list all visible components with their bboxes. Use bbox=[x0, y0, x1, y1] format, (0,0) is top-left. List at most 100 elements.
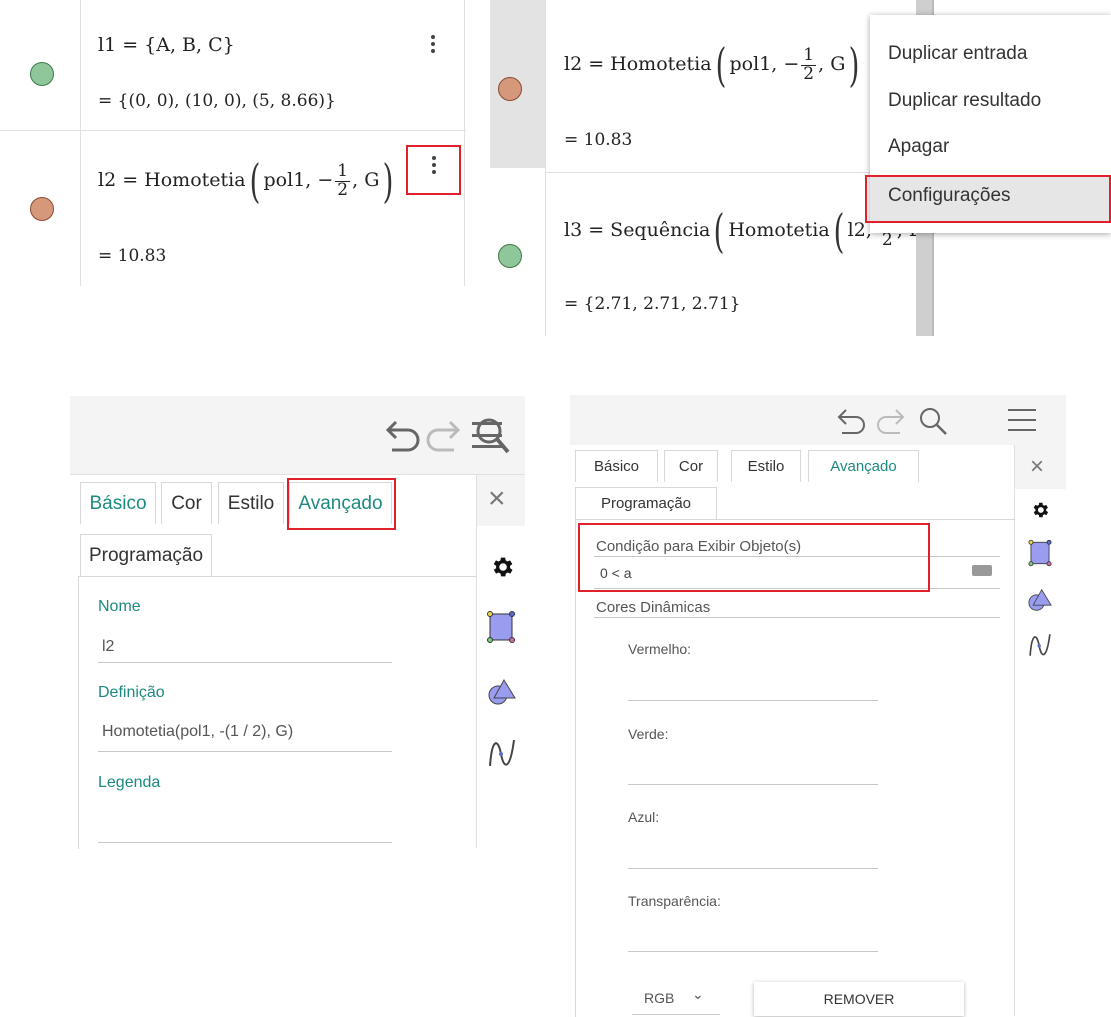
menu-icon[interactable] bbox=[472, 422, 502, 448]
polygon-style-icon[interactable] bbox=[1026, 539, 1054, 567]
tab-avancado[interactable]: Avançado bbox=[808, 450, 919, 482]
shapes-icon[interactable] bbox=[1028, 588, 1052, 612]
properties-panel-2: Básico Cor Estilo Avançado Programação ×… bbox=[570, 395, 1066, 1017]
visibility-toggle-l1[interactable] bbox=[30, 62, 54, 86]
panel-divider bbox=[464, 0, 465, 286]
content-box bbox=[78, 576, 477, 849]
algebra-output-l3: = {2.71, 2.71, 2.71} bbox=[564, 294, 741, 314]
chevron-down-icon: ⌄ bbox=[692, 986, 704, 1002]
tab-cor[interactable]: Cor bbox=[161, 482, 212, 524]
remove-button[interactable]: REMOVER bbox=[754, 982, 964, 1016]
algebra-output-l1: = {(0, 0), (10, 0), (5, 8.66)} bbox=[98, 91, 336, 111]
tab-estilo[interactable]: Estilo bbox=[218, 482, 284, 524]
shapes-icon[interactable] bbox=[488, 678, 516, 706]
close-icon[interactable]: × bbox=[488, 484, 506, 514]
highlight-box bbox=[578, 523, 930, 592]
menu-bar bbox=[472, 422, 502, 425]
red-field-input[interactable] bbox=[628, 700, 878, 701]
tab-programacao[interactable]: Programação bbox=[575, 487, 717, 519]
algebra-view-panel-1: l1 = {A, B, C} = {(0, 0), (10, 0), (5, 8… bbox=[0, 0, 466, 286]
arg: pol1, bbox=[263, 169, 312, 191]
properties-panel-1: Básico Cor Estilo Avançado Programação ×… bbox=[70, 396, 525, 849]
function-name: Sequência bbox=[610, 219, 711, 241]
undo-icon[interactable] bbox=[834, 407, 870, 437]
fraction: 12 bbox=[801, 44, 817, 84]
algebra-input-l1[interactable]: l1 = {A, B, C} bbox=[98, 34, 235, 56]
object-name: l3 bbox=[564, 219, 583, 241]
arg: pol1, bbox=[729, 53, 778, 75]
algebra-output-l2: = 10.83 bbox=[564, 130, 633, 150]
polygon-style-icon[interactable] bbox=[486, 610, 516, 644]
gear-icon[interactable] bbox=[489, 554, 515, 580]
denominator: 2 bbox=[337, 179, 349, 200]
definition: {A, B, C} bbox=[144, 34, 235, 56]
tab-basico[interactable]: Básico bbox=[80, 482, 156, 524]
tab-basico[interactable]: Básico bbox=[575, 450, 658, 482]
denominator: 2 bbox=[803, 63, 815, 84]
blue-field-input[interactable] bbox=[628, 868, 878, 869]
tab-estilo[interactable]: Estilo bbox=[731, 450, 801, 482]
algebra-input-l3[interactable]: l3 = Sequência(Homotetia(l2, 12, Elem bbox=[564, 208, 916, 254]
transparency-field-label: Transparência: bbox=[628, 893, 721, 909]
left-paren: ( bbox=[713, 208, 725, 254]
menu-bar bbox=[1008, 409, 1036, 411]
color-model-value: RGB bbox=[644, 990, 675, 1006]
menu-item-duplicar-resultado[interactable]: Duplicar resultado bbox=[888, 90, 1041, 112]
right-paren: ) bbox=[382, 154, 394, 208]
definicao-label: Definição bbox=[98, 684, 165, 701]
close-icon[interactable]: × bbox=[1030, 453, 1044, 481]
tab-cor[interactable]: Cor bbox=[664, 450, 718, 482]
undo-icon[interactable] bbox=[382, 418, 422, 454]
redo-icon[interactable] bbox=[424, 418, 464, 454]
row-separator bbox=[545, 172, 925, 173]
minus-sign: − bbox=[783, 53, 800, 75]
menu-item-apagar[interactable]: Apagar bbox=[888, 136, 949, 158]
denominator: 2 bbox=[881, 229, 893, 250]
inner-function-name: Homotetia bbox=[728, 219, 830, 241]
input-underline bbox=[98, 751, 392, 752]
highlight-box bbox=[406, 145, 461, 195]
visibility-toggle-l3[interactable] bbox=[498, 244, 522, 268]
numerator: 1 bbox=[801, 44, 817, 66]
right-paren: ) bbox=[848, 38, 860, 92]
color-model-select[interactable]: RGB ⌄ bbox=[632, 984, 720, 1015]
keyboard-icon[interactable] bbox=[972, 565, 992, 576]
algebra-input-l2[interactable]: l2 = Homotetia(pol1, −1 2, G) bbox=[564, 42, 863, 88]
arg: , G bbox=[818, 53, 846, 75]
row-separator bbox=[0, 130, 466, 131]
menu-icon[interactable] bbox=[1008, 409, 1036, 431]
nome-input[interactable]: l2 bbox=[102, 638, 114, 656]
function-name: Homotetia bbox=[144, 169, 246, 191]
green-field-input[interactable] bbox=[628, 784, 878, 785]
dynamic-colors-label: Cores Dinâmicas bbox=[596, 599, 711, 616]
panel-divider bbox=[545, 0, 546, 336]
left-paren: ( bbox=[715, 38, 726, 92]
visibility-toggle-l2[interactable] bbox=[498, 77, 522, 101]
input-underline bbox=[98, 842, 392, 843]
search-icon[interactable] bbox=[917, 405, 949, 437]
arg: , G bbox=[352, 169, 380, 191]
visibility-toggle-l2[interactable] bbox=[30, 197, 54, 221]
green-field-label: Verde: bbox=[628, 726, 669, 742]
menu-bar bbox=[1008, 419, 1036, 421]
more-options-icon[interactable] bbox=[430, 35, 436, 53]
algebra-output-l2: = 10.83 bbox=[98, 246, 167, 266]
menu-bar bbox=[472, 433, 502, 437]
label-underline bbox=[594, 617, 1000, 618]
tab-programacao[interactable]: Programação bbox=[80, 534, 212, 576]
function-graph-icon[interactable] bbox=[1028, 631, 1052, 659]
transparency-field-input[interactable] bbox=[628, 951, 878, 952]
menu-bar bbox=[472, 445, 502, 448]
function-name: Homotetia bbox=[610, 53, 712, 75]
redo-icon[interactable] bbox=[872, 407, 908, 437]
algebra-input-l2[interactable]: l2 = Homotetia(pol1, −1 2, G) bbox=[98, 158, 397, 204]
left-paren: ( bbox=[833, 208, 845, 254]
left-paren: ( bbox=[249, 154, 260, 208]
blue-field-label: Azul: bbox=[628, 809, 660, 825]
gear-icon[interactable] bbox=[1030, 500, 1050, 520]
function-graph-icon[interactable] bbox=[488, 736, 516, 770]
minus-sign: − bbox=[317, 169, 334, 191]
menu-item-duplicar-entrada[interactable]: Duplicar entrada bbox=[888, 43, 1027, 65]
definicao-input[interactable]: Homotetia(pol1, -(1 / 2), G) bbox=[102, 723, 293, 741]
red-field-label: Vermelho: bbox=[628, 641, 692, 657]
